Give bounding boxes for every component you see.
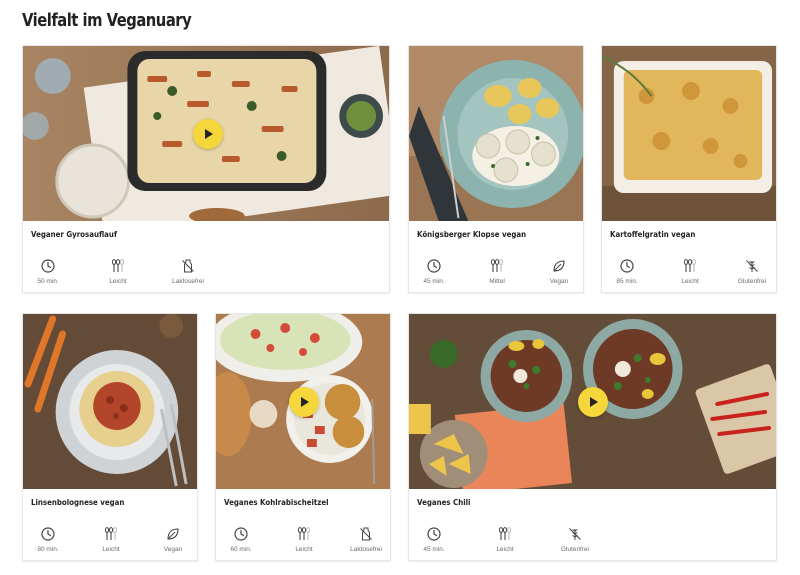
duration: 60 min. [216,526,271,553]
diet-tag: Laktosefrei [158,258,218,285]
difficulty-spoons-icon [497,526,513,542]
duration: 85 min. [602,258,657,285]
duration: 80 min. [23,526,78,553]
difficulty: Leicht [475,526,535,553]
diet-tag: Laktosefrei [336,526,390,553]
difficulty: Leicht [274,526,334,553]
difficulty-spoons-icon [103,526,119,542]
difficulty-spoons-icon [489,258,505,274]
recipe-card[interactable]: Königsberger Klopse vegan 45 min. Mittel… [408,45,584,293]
difficulty-spoons-icon [110,258,126,274]
gluten-free-icon [744,258,760,274]
lactose-free-icon [358,526,374,542]
recipe-title[interactable]: Königsberger Klopse vegan [417,230,526,239]
diet-tag: Vegan [529,258,583,285]
duration: 45 min. [409,258,464,285]
gluten-free-icon [567,526,583,542]
recipe-title[interactable]: Kartoffelgratin vegan [610,230,695,239]
difficulty-spoons-icon [682,258,698,274]
page-title: Vielfalt im Veganuary [22,10,192,31]
recipe-image[interactable] [23,314,197,489]
recipe-image[interactable] [602,46,776,221]
clock-icon [40,526,56,542]
diet-tag: Glutenfrei [545,526,605,553]
recipe-card[interactable]: Veganes Chili 45 min. Leicht Glutenfrei [408,313,777,561]
recipe-title[interactable]: Veganes Chili [417,498,470,507]
duration: 50 min. [23,258,78,285]
vegan-leaf-icon [165,526,181,542]
lactose-free-icon [180,258,196,274]
recipe-card[interactable]: Veganes Kohlrabischeitzel 60 min. Leicht… [215,313,391,561]
recipe-card[interactable]: Kartoffelgratin vegan 85 min. Leicht Glu… [601,45,777,293]
clock-icon [426,526,442,542]
clock-icon [619,258,635,274]
clock-icon [40,258,56,274]
difficulty: Leicht [88,258,148,285]
recipe-title[interactable]: Veganer Gyrosauflauf [31,230,117,239]
recipe-title[interactable]: Linsenbolognese vegan [31,498,124,507]
diet-tag: Glutenfrei [722,258,776,285]
difficulty-spoons-icon [296,526,312,542]
clock-icon [233,526,249,542]
recipe-image[interactable] [409,46,583,221]
difficulty: Mittel [467,258,527,285]
difficulty: Leicht [81,526,141,553]
play-video-button[interactable] [289,387,319,417]
duration: 45 min. [409,526,464,553]
vegan-leaf-icon [551,258,567,274]
play-video-button[interactable] [193,119,223,149]
clock-icon [426,258,442,274]
difficulty: Leicht [660,258,720,285]
recipe-card[interactable]: Veganer Gyrosauflauf 50 min. Leicht Lakt… [22,45,390,293]
diet-tag: Vegan [143,526,197,553]
recipe-card[interactable]: Linsenbolognese vegan 80 min. Leicht Veg… [22,313,198,561]
recipe-title[interactable]: Veganes Kohlrabischeitzel [224,498,329,507]
play-video-button[interactable] [578,387,608,417]
